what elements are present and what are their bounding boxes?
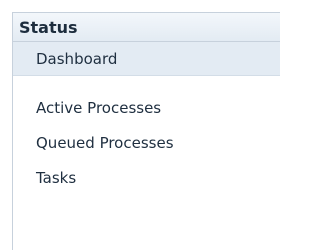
- panel-title: Status: [19, 17, 78, 37]
- nav-item-label: Active Processes: [36, 98, 162, 117]
- nav-item-label: Tasks: [36, 168, 77, 187]
- nav-item-queued-processes[interactable]: Queued Processes: [13, 125, 280, 160]
- status-panel: Status Dashboard Active Processes Queued…: [12, 12, 280, 250]
- nav-item-active-processes[interactable]: Active Processes: [13, 90, 280, 125]
- nav-separator: [13, 76, 280, 90]
- nav-item-label: Queued Processes: [36, 133, 174, 152]
- panel-header: Status: [13, 13, 280, 42]
- nav-item-label: Dashboard: [36, 49, 118, 68]
- nav-item-dashboard[interactable]: Dashboard: [13, 42, 280, 76]
- nav-item-tasks[interactable]: Tasks: [13, 160, 280, 195]
